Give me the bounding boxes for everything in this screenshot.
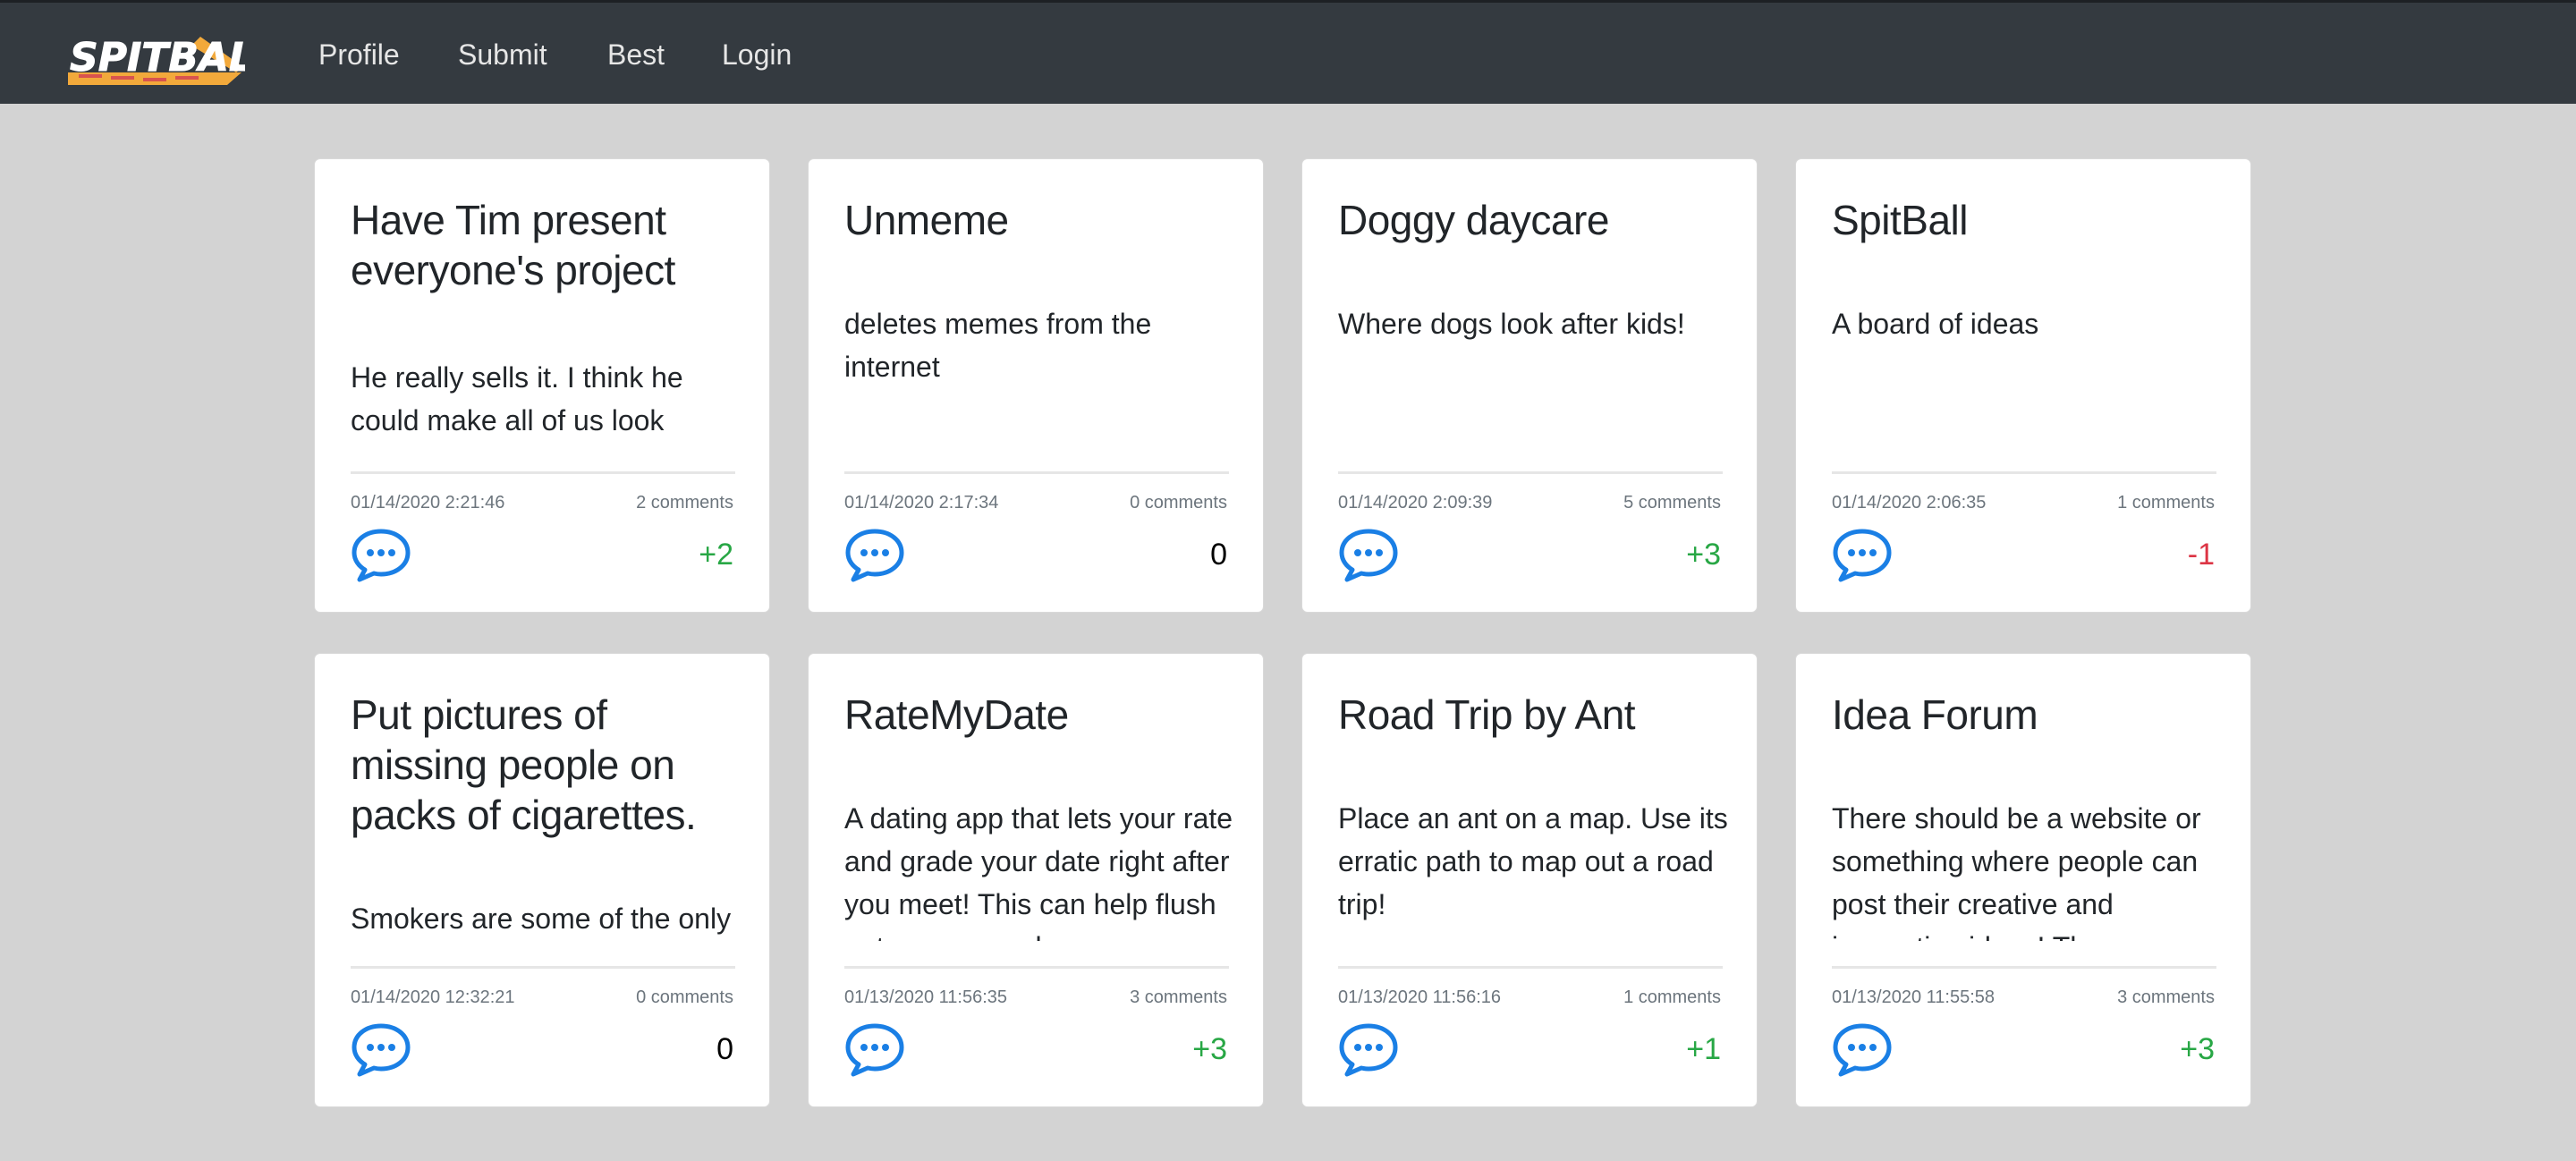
idea-card[interactable]: Idea Forum There should be a website or … [1795, 653, 2251, 1107]
vote-score: +3 [1192, 1032, 1227, 1066]
card-title[interactable]: Road Trip by Ant [1338, 690, 1732, 740]
card-comment-count[interactable]: 1 comments [1623, 985, 1721, 1010]
card-divider [844, 966, 1229, 969]
card-title[interactable]: Doggy daycare [1338, 195, 1732, 245]
card-title[interactable]: Have Tim present everyone's project [351, 195, 744, 295]
idea-card[interactable]: Doggy daycare Where dogs look after kids… [1301, 158, 1758, 613]
card-divider [351, 966, 735, 969]
idea-card[interactable]: SpitBall A board of ideas 01/14/2020 2:0… [1795, 158, 2251, 613]
idea-card[interactable]: RateMyDate A dating app that lets your r… [808, 653, 1264, 1107]
vote-score: -1 [2187, 538, 2215, 572]
card-comment-count[interactable]: 1 comments [2117, 490, 2215, 515]
speech-bubble-icon[interactable] [1338, 528, 1399, 583]
card-divider [1338, 471, 1723, 474]
nav-submit-link[interactable]: Submit [458, 37, 547, 72]
card-timestamp: 01/13/2020 11:55:58 [1832, 987, 1996, 1007]
nav-best-link[interactable]: Best [607, 37, 665, 72]
idea-card[interactable]: Have Tim present everyone's project He r… [314, 158, 770, 613]
card-comment-count[interactable]: 3 comments [2117, 985, 2215, 1010]
speech-bubble-icon[interactable] [351, 528, 411, 583]
card-description: deletes memes from the internet [844, 308, 1152, 383]
top-navbar: SPITBALL Profile Submit Best Login [0, 0, 2576, 104]
card-title[interactable]: SpitBall [1832, 195, 2225, 245]
card-divider [351, 471, 735, 474]
card-description: A board of ideas [1832, 308, 2039, 340]
vote-score: 0 [1210, 538, 1227, 572]
spitball-logo[interactable]: SPITBALL [66, 26, 245, 87]
card-title[interactable]: Unmeme [844, 195, 1238, 245]
card-comment-count[interactable]: 5 comments [1623, 490, 1721, 515]
card-divider [1832, 471, 2216, 474]
speech-bubble-icon[interactable] [844, 1022, 905, 1078]
vote-score: +3 [1686, 538, 1721, 572]
nav-profile-link[interactable]: Profile [318, 37, 400, 72]
card-description: Smokers are some of the only people who … [351, 903, 732, 935]
speech-bubble-icon[interactable] [844, 528, 905, 583]
vote-score: +2 [699, 538, 733, 572]
card-title[interactable]: RateMyDate [844, 690, 1238, 740]
card-timestamp: 01/14/2020 2:21:46 [351, 493, 505, 513]
card-title[interactable]: Put pictures of missing people on packs … [351, 690, 744, 840]
vote-score: +3 [2180, 1032, 2215, 1066]
card-title[interactable]: Idea Forum [1832, 690, 2225, 740]
card-timestamp: 01/14/2020 2:06:35 [1832, 493, 1987, 513]
speech-bubble-icon[interactable] [1832, 528, 1893, 583]
card-timestamp: 01/14/2020 2:17:34 [844, 493, 999, 513]
card-description: He really sells it. I think he could mak… [351, 361, 683, 436]
idea-card[interactable]: Road Trip by Ant Place an ant on a map. … [1301, 653, 1758, 1107]
card-description: Where dogs look after kids! [1338, 308, 1685, 340]
card-timestamp: 01/14/2020 12:32:21 [351, 987, 515, 1007]
card-description: Place an ant on a map. Use its erratic p… [1338, 802, 1728, 920]
card-divider [1832, 966, 2216, 969]
speech-bubble-icon[interactable] [351, 1022, 411, 1078]
card-timestamp: 01/13/2020 11:56:16 [1338, 987, 1502, 1007]
idea-card[interactable]: Unmeme deletes memes from the internet 0… [808, 158, 1264, 613]
card-timestamp: 01/14/2020 2:09:39 [1338, 493, 1493, 513]
card-description: There should be a website or something w… [1832, 802, 2201, 941]
card-comment-count[interactable]: 0 comments [636, 985, 733, 1010]
card-divider [1338, 966, 1723, 969]
card-description: A dating app that lets your rate and gra… [844, 802, 1233, 941]
card-comment-count[interactable]: 2 comments [636, 490, 733, 515]
idea-card[interactable]: Put pictures of missing people on packs … [314, 653, 770, 1107]
nav-login-link[interactable]: Login [722, 37, 792, 72]
logo-text: SPITBALL [70, 35, 245, 81]
speech-bubble-icon[interactable] [1832, 1022, 1893, 1078]
speech-bubble-icon[interactable] [1338, 1022, 1399, 1078]
vote-score: 0 [716, 1032, 733, 1066]
card-comment-count[interactable]: 0 comments [1130, 490, 1227, 515]
card-divider [844, 471, 1229, 474]
vote-score: +1 [1686, 1032, 1721, 1066]
card-timestamp: 01/13/2020 11:56:35 [844, 987, 1008, 1007]
card-comment-count[interactable]: 3 comments [1130, 985, 1227, 1010]
